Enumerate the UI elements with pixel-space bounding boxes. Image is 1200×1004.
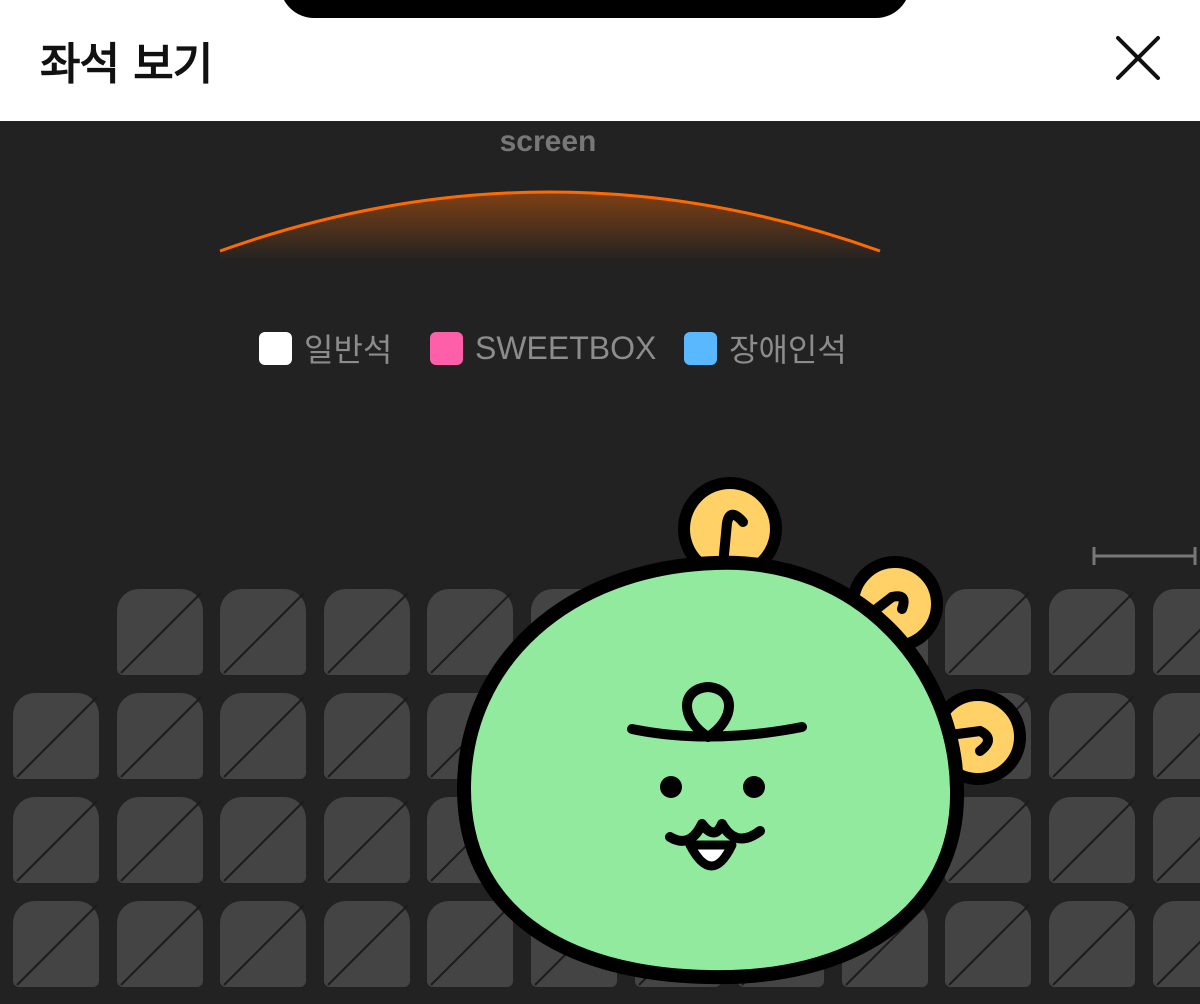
seat-unavailable[interactable]	[1049, 797, 1135, 883]
screen-label: screen	[499, 125, 597, 158]
seat-unavailable[interactable]	[1049, 901, 1135, 987]
legend-label-sweetbox: SWEETBOX	[475, 329, 657, 366]
header: 좌석 보기	[0, 0, 1200, 121]
legend-swatch-standard	[259, 331, 292, 365]
seat-unavailable[interactable]	[117, 901, 203, 987]
seat-unavailable[interactable]	[117, 589, 203, 675]
seat-unavailable[interactable]	[1049, 693, 1135, 779]
seat-unavailable[interactable]	[220, 901, 306, 987]
legend-swatch-accessible	[684, 331, 717, 365]
aisle-marker-icon	[1092, 547, 1197, 565]
legend-item-standard: 일반석	[259, 330, 392, 368]
legend-label-standard: 일반석	[304, 332, 393, 368]
seat-unavailable[interactable]	[220, 589, 306, 675]
seat-unavailable[interactable]	[1153, 693, 1200, 779]
close-button[interactable]	[1108, 28, 1168, 88]
close-icon	[1116, 36, 1160, 80]
seat-unavailable[interactable]	[324, 693, 410, 779]
seat-unavailable[interactable]	[324, 589, 410, 675]
seat-unavailable[interactable]	[1153, 797, 1200, 883]
seat-unavailable[interactable]	[1153, 901, 1200, 987]
seat-unavailable[interactable]	[324, 901, 410, 987]
seat-unavailable[interactable]	[1153, 589, 1200, 675]
legend-swatch-sweetbox	[430, 331, 463, 365]
legend-label-accessible: 장애인석	[729, 332, 847, 368]
screen-glow-arc	[219, 190, 881, 261]
seat-unavailable[interactable]	[13, 901, 99, 987]
seat-unavailable[interactable]	[117, 797, 203, 883]
seat-legend: 일반석 SWEETBOX 장애인석	[0, 330, 1200, 368]
seat-unavailable[interactable]	[220, 693, 306, 779]
seat-map[interactable]: screen 일반석 SWEETBOX 장애인석	[0, 121, 1200, 1004]
seat-unavailable[interactable]	[324, 797, 410, 883]
legend-item-accessible: 장애인석	[684, 330, 847, 368]
device-notch	[280, 0, 910, 18]
seat-unavailable[interactable]	[13, 693, 99, 779]
page-title: 좌석 보기	[40, 39, 213, 90]
seat-unavailable[interactable]	[1049, 589, 1135, 675]
legend-item-sweetbox: SWEETBOX	[430, 330, 656, 366]
green-dinosaur-sticker-icon	[456, 477, 1026, 985]
seat-unavailable[interactable]	[220, 797, 306, 883]
seat-unavailable[interactable]	[13, 797, 99, 883]
seat-unavailable[interactable]	[117, 693, 203, 779]
